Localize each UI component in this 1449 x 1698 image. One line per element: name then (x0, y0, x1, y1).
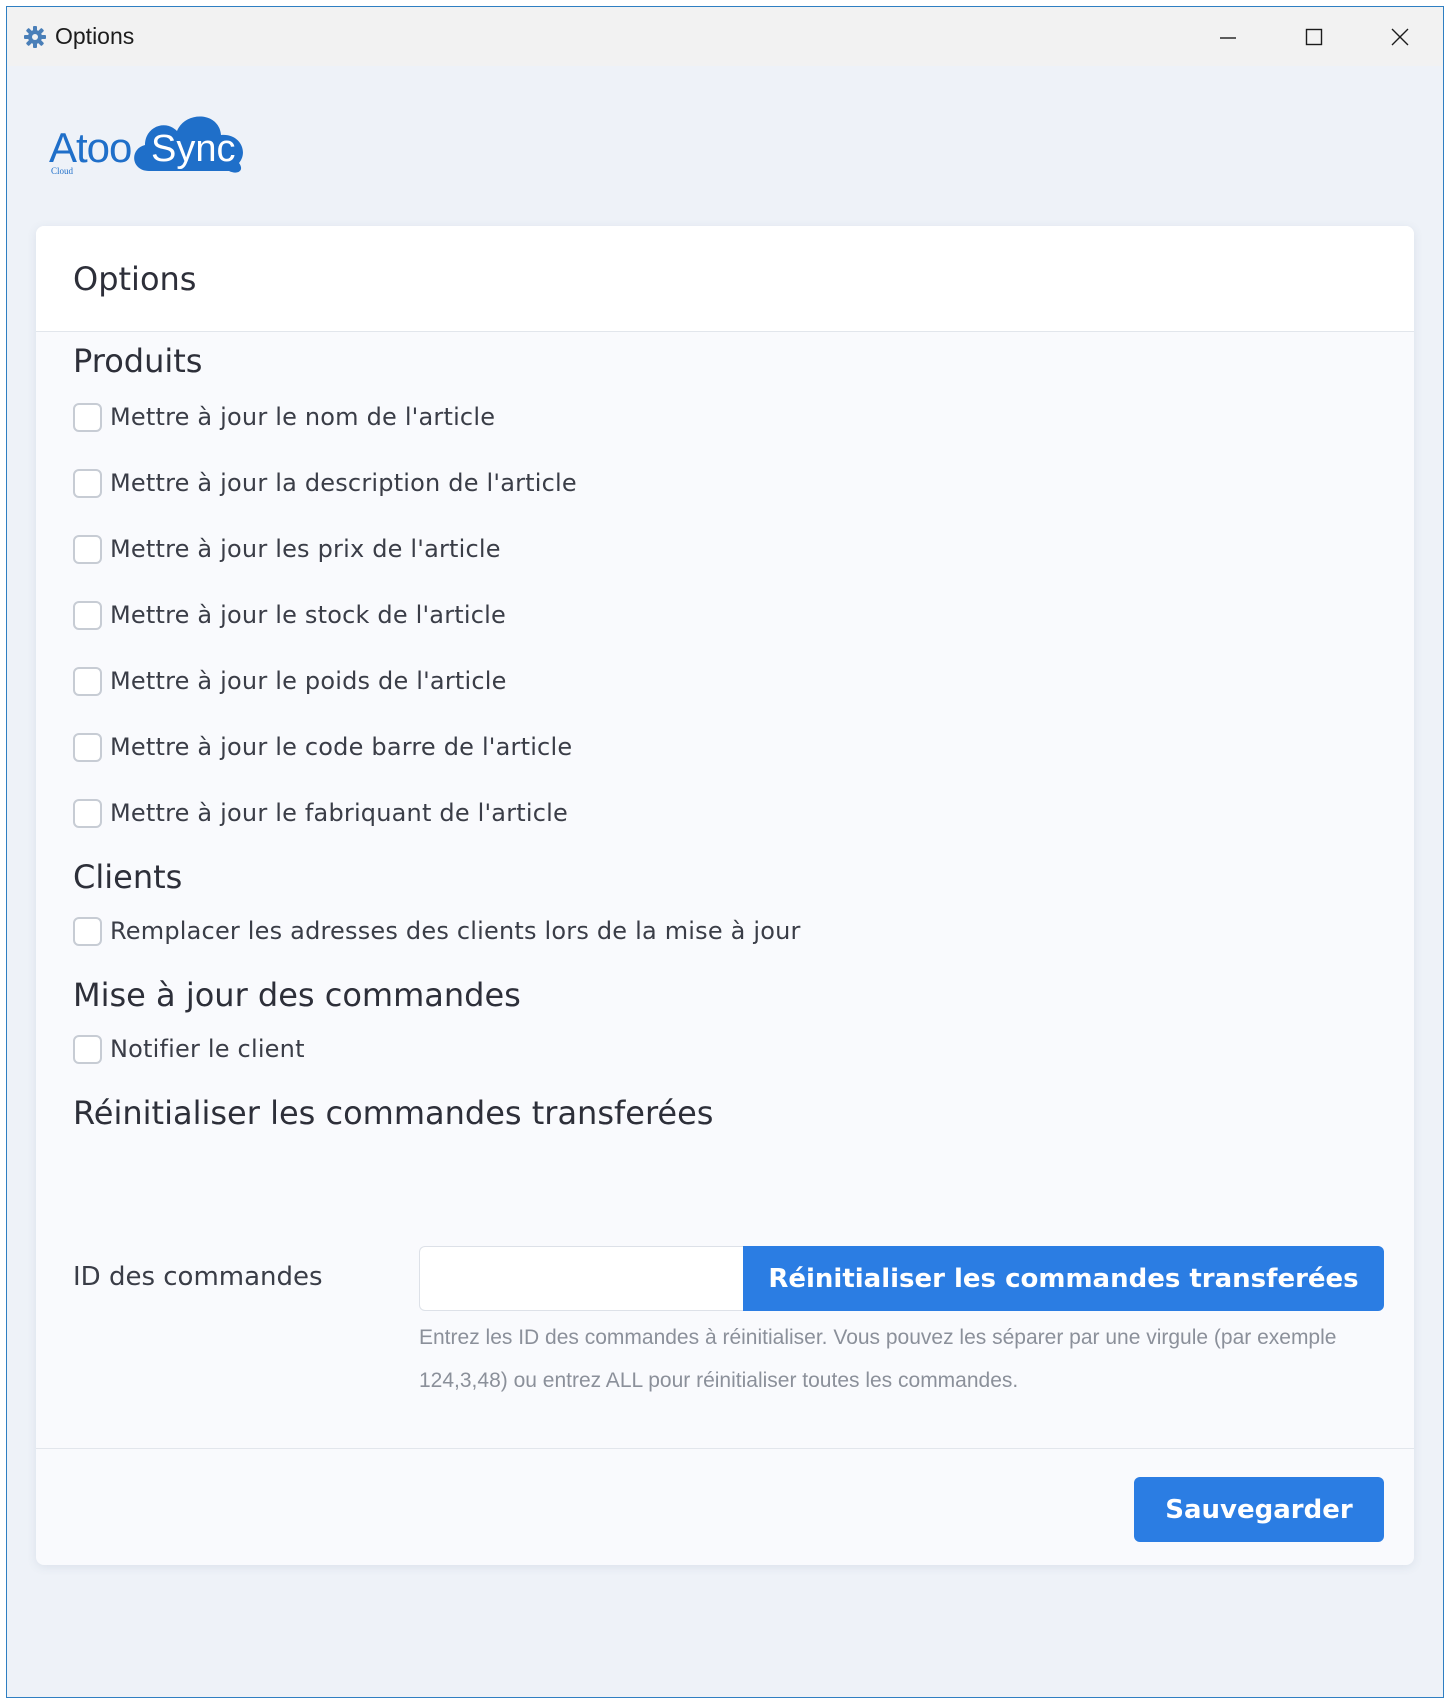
reset-orders-button[interactable]: Réinitialiser les commandes transferées (743, 1246, 1384, 1311)
maximize-icon (1305, 28, 1323, 45)
checkbox[interactable] (73, 732, 102, 762)
options-window: Options Atoo Sync Cloud Options Produits (6, 6, 1444, 1698)
checkbox[interactable] (73, 534, 102, 564)
logo-subtext: Cloud (51, 166, 74, 176)
option-label: Mettre à jour le nom de l'article (110, 403, 496, 431)
section-title-reset: Réinitialiser les commandes transferées (73, 1094, 714, 1132)
section-title-produits: Produits (73, 342, 203, 380)
option-label: Mettre à jour le code barre de l'article (110, 733, 573, 761)
minimize-icon (1220, 36, 1236, 39)
option-replace-addresses[interactable]: Remplacer les adresses des clients lors … (73, 916, 801, 946)
checkbox[interactable] (73, 600, 102, 630)
order-ids-input[interactable] (419, 1246, 743, 1311)
option-notify-client[interactable]: Notifier le client (73, 1034, 305, 1064)
minimize-button[interactable] (1185, 7, 1271, 66)
option-label: Mettre à jour la description de l'articl… (110, 469, 577, 497)
gear-icon (23, 25, 47, 49)
order-ids-label: ID des commandes (73, 1262, 323, 1292)
section-title-commandes: Mise à jour des commandes (73, 976, 521, 1014)
option-update-manufacturer[interactable]: Mettre à jour le fabriquant de l'article (73, 798, 568, 828)
option-label: Notifier le client (110, 1035, 305, 1063)
order-ids-help: Entrez les ID des commandes à réinitiali… (419, 1326, 1337, 1392)
option-label: Mettre à jour le stock de l'article (110, 601, 506, 629)
option-label: Mettre à jour les prix de l'article (110, 535, 501, 563)
logo-text-sync: Sync (151, 128, 235, 170)
option-label: Mettre à jour le poids de l'article (110, 667, 507, 695)
option-update-name[interactable]: Mettre à jour le nom de l'article (73, 402, 495, 432)
checkbox[interactable] (73, 402, 102, 432)
option-update-barcode[interactable]: Mettre à jour le code barre de l'article (73, 732, 572, 762)
logo-text-atoo: Atoo (49, 124, 131, 171)
card-title: Options (73, 259, 197, 298)
option-update-prices[interactable]: Mettre à jour les prix de l'article (73, 534, 501, 564)
close-button[interactable] (1357, 7, 1443, 66)
options-card: Options Produits Mettre à jour le nom de… (36, 226, 1414, 1565)
title-bar: Options (7, 7, 1443, 66)
maximize-button[interactable] (1271, 7, 1357, 66)
checkbox[interactable] (73, 798, 102, 828)
checkbox[interactable] (73, 916, 102, 946)
window-title: Options (55, 23, 135, 49)
save-button[interactable]: Sauvegarder (1134, 1477, 1384, 1542)
section-title-clients: Clients (73, 858, 183, 896)
atoosync-logo: Atoo Sync Cloud (49, 105, 279, 189)
card-header: Options (36, 226, 1414, 332)
window-controls (1185, 7, 1443, 66)
checkbox[interactable] (73, 468, 102, 498)
checkbox[interactable] (73, 1034, 102, 1064)
option-update-weight[interactable]: Mettre à jour le poids de l'article (73, 666, 507, 696)
footer-divider (36, 1448, 1414, 1449)
option-update-description[interactable]: Mettre à jour la description de l'articl… (73, 468, 577, 498)
option-label: Mettre à jour le fabriquant de l'article (110, 799, 568, 827)
checkbox[interactable] (73, 666, 102, 696)
close-icon (1391, 28, 1409, 45)
option-label: Remplacer les adresses des clients lors … (110, 917, 801, 945)
option-update-stock[interactable]: Mettre à jour le stock de l'article (73, 600, 506, 630)
